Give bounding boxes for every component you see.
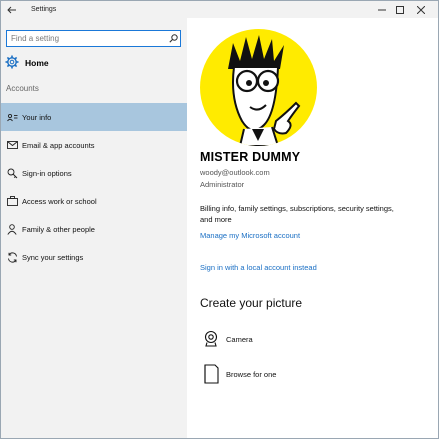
briefcase-icon [6,195,18,207]
sidebar-item-family-other-people[interactable]: Family & other people [1,215,187,243]
search-input[interactable] [7,34,166,43]
title-bar: Settings [1,1,438,18]
profile-name: MISTER DUMMY [200,150,301,164]
settings-window: Settings Find a setting Home Accounts Yo… [0,0,439,439]
close-icon[interactable] [406,1,436,18]
create-picture-heading: Create your picture [200,296,303,310]
camera-option[interactable]: Camera [200,328,253,350]
sidebar-item-sign-in-options[interactable]: Sign-in options [1,159,187,187]
search-icon[interactable] [166,34,180,43]
sidebar-item-email-app-accounts[interactable]: Email & app accounts [1,131,187,159]
browse-icon [200,363,222,385]
window-title: Settings [31,6,57,13]
manage-account-link[interactable]: Manage my Microsoft account [200,231,300,240]
back-arrow-icon[interactable] [1,1,23,18]
sidebar-item-your-info[interactable]: Your info [1,103,187,131]
person-icon [6,223,18,235]
sidebar-nav: Your info Email & app accounts Sign-in o… [1,103,187,271]
profile-role: Administrator [200,180,245,189]
sidebar-item-sync-settings[interactable]: Sync your settings [1,243,187,271]
sidebar-item-access-work-school[interactable]: Access work or school [1,187,187,215]
sidebar-item-label: Email & app accounts [22,140,95,150]
home-label: Home [25,58,49,68]
avatar [200,29,317,146]
camera-icon [200,328,222,350]
sidebar-item-label: Access work or school [22,196,97,206]
key-icon [6,167,18,179]
browse-option[interactable]: Browse for one [200,363,276,385]
section-label: Accounts [6,84,39,93]
sync-icon [6,251,18,263]
browse-label: Browse for one [226,369,277,379]
gear-icon [5,55,19,71]
sidebar-item-label: Your info [22,112,52,122]
search-box[interactable] [6,30,181,47]
sidebar-item-label: Family & other people [22,224,95,234]
sidebar-item-label: Sign-in options [22,168,72,178]
id-card-icon [6,111,18,123]
sidebar: Home Accounts Your info Email & app acco… [1,18,187,438]
local-account-link[interactable]: Sign in with a local account instead [200,263,317,272]
camera-label: Camera [226,334,253,344]
main-pane: MISTER DUMMY woody@outlook.com Administr… [187,18,438,438]
home-nav[interactable]: Home [5,55,49,71]
sidebar-item-label: Sync your settings [22,252,84,262]
envelope-icon [6,139,18,151]
billing-info-text: Billing info, family settings, subscript… [200,204,394,224]
profile-email: woody@outlook.com [200,168,270,177]
